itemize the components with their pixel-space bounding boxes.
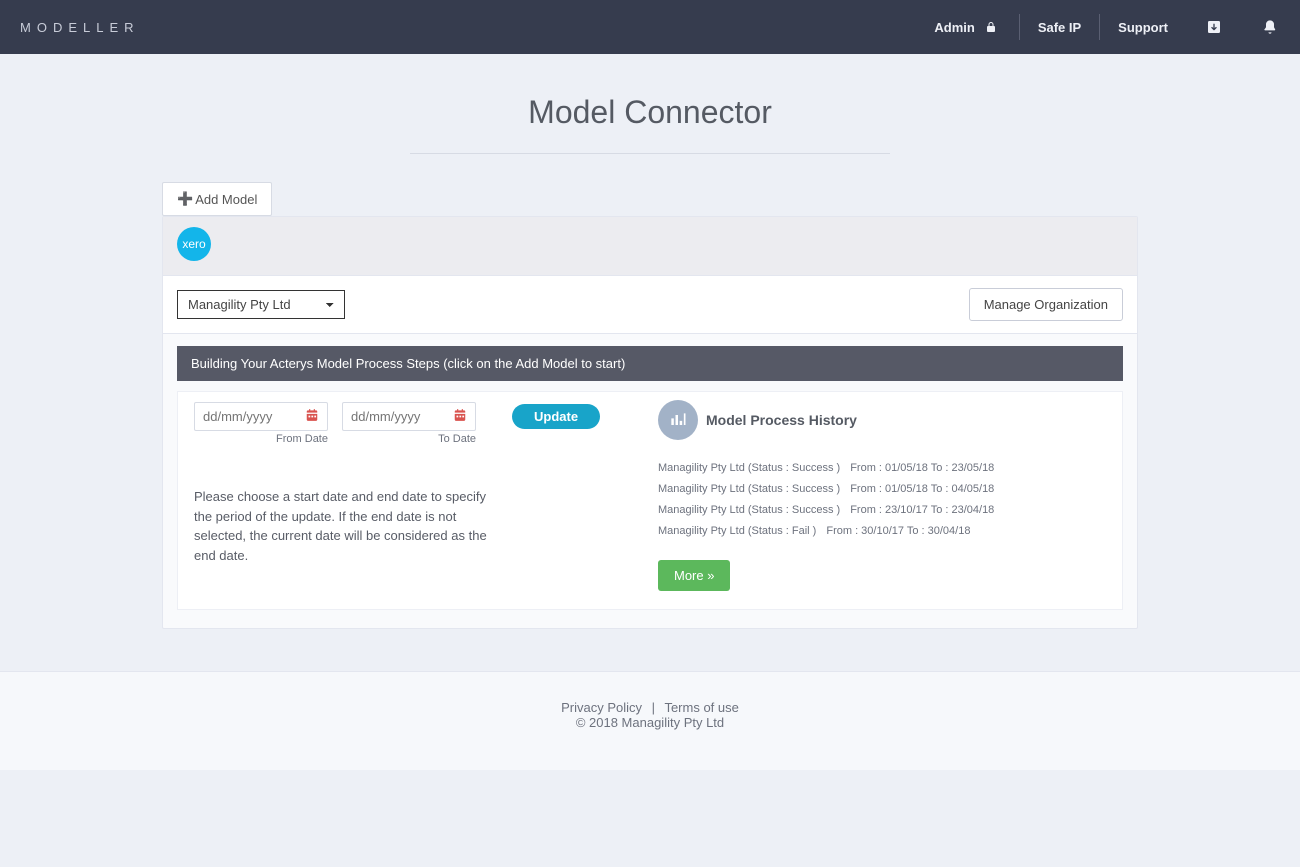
nav-download[interactable]: [1186, 17, 1242, 37]
footer-copyright: © 2018 Managility Pty Ltd: [0, 715, 1300, 730]
xero-icon: xero: [177, 227, 211, 261]
update-button[interactable]: Update: [512, 404, 600, 429]
download-icon: [1204, 17, 1224, 37]
history-title: Model Process History: [706, 412, 857, 428]
nav-safe-ip[interactable]: Safe IP: [1020, 20, 1099, 35]
navbar: MODELLER Admin Safe IP Support: [0, 0, 1300, 54]
lock-icon: [981, 17, 1001, 37]
steps-bar: Building Your Acterys Model Process Step…: [177, 346, 1123, 381]
panel-header: xero: [163, 217, 1137, 276]
brand-logo[interactable]: MODELLER: [20, 20, 140, 35]
history-list: Managility Pty Ltd (Status : Success )Fr…: [658, 458, 1106, 542]
history-item: Managility Pty Ltd (Status : Success )Fr…: [658, 500, 1106, 521]
manage-organization-button[interactable]: Manage Organization: [969, 288, 1123, 321]
from-date-label: From Date: [194, 433, 328, 445]
title-rule: [410, 153, 890, 154]
content-row: From Date To Date Update Please choose a: [177, 391, 1123, 610]
more-button[interactable]: More »: [658, 560, 730, 591]
page-area: Model Connector ➕Add Model xero Managili…: [162, 54, 1138, 653]
history-column: Model Process History Managility Pty Ltd…: [658, 392, 1122, 609]
nav-admin-label: Admin: [934, 20, 974, 35]
footer: Privacy Policy | Terms of use © 2018 Man…: [0, 671, 1300, 770]
history-item: Managility Pty Ltd (Status : Fail )From …: [658, 521, 1106, 542]
to-date-input[interactable]: [351, 409, 441, 424]
main-panel: xero Managility Pty Ltd Manage Organizat…: [162, 216, 1138, 629]
nav-notifications[interactable]: [1242, 17, 1280, 37]
history-header: Model Process History: [658, 400, 1106, 440]
from-date-input[interactable]: [203, 409, 293, 424]
to-date-input-wrap[interactable]: [342, 402, 476, 431]
organization-select[interactable]: Managility Pty Ltd: [177, 290, 345, 319]
footer-links: Privacy Policy | Terms of use: [0, 700, 1300, 715]
from-date-input-wrap[interactable]: [194, 402, 328, 431]
help-text: Please choose a start date and end date …: [194, 487, 494, 565]
bell-icon: [1260, 17, 1280, 37]
nav-admin[interactable]: Admin: [916, 17, 1018, 37]
privacy-policy-link[interactable]: Privacy Policy: [561, 700, 642, 715]
nav-support[interactable]: Support: [1100, 20, 1186, 35]
footer-divider: |: [646, 700, 661, 715]
panel-topbar: Managility Pty Ltd Manage Organization: [163, 276, 1137, 334]
plus-icon: ➕: [177, 191, 193, 207]
date-row: From Date To Date Update: [194, 402, 642, 445]
page-title: Model Connector: [162, 94, 1138, 153]
navbar-right: Admin Safe IP Support: [916, 14, 1280, 40]
history-item: Managility Pty Ltd (Status : Success )Fr…: [658, 458, 1106, 479]
from-date-field: From Date: [194, 402, 328, 445]
date-column: From Date To Date Update Please choose a: [178, 392, 658, 609]
history-icon: [658, 400, 698, 440]
to-date-field: To Date: [342, 402, 476, 445]
add-model-label: Add Model: [195, 192, 257, 207]
calendar-icon: [453, 408, 467, 425]
history-item: Managility Pty Ltd (Status : Success )Fr…: [658, 479, 1106, 500]
add-model-button[interactable]: ➕Add Model: [162, 182, 272, 216]
calendar-icon: [305, 408, 319, 425]
nav-support-label: Support: [1118, 20, 1168, 35]
to-date-label: To Date: [342, 433, 476, 445]
terms-link[interactable]: Terms of use: [664, 700, 738, 715]
nav-safe-ip-label: Safe IP: [1038, 20, 1081, 35]
